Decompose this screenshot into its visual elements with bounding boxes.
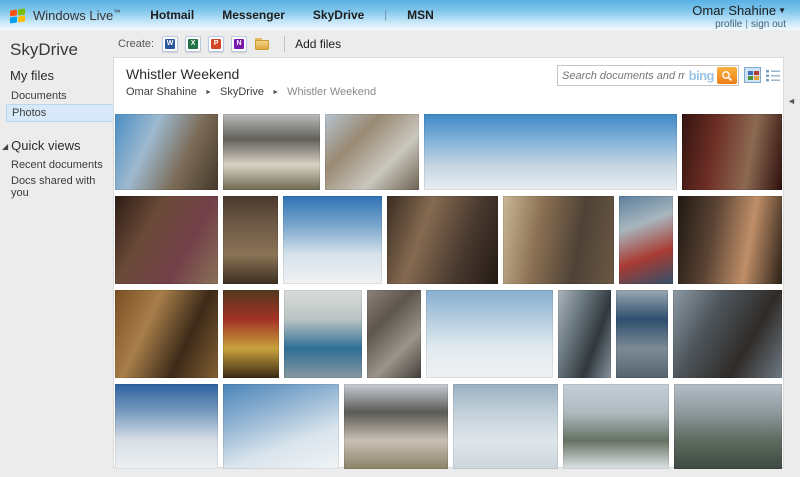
brand-text: Windows Live <box>33 8 113 23</box>
nav-divider: | <box>384 9 387 21</box>
excel-icon: X <box>188 39 198 49</box>
photo-thumbnail-hands-on-head[interactable] <box>284 290 362 378</box>
onenote-icon: N <box>234 39 244 49</box>
collapse-pane-arrow[interactable]: ◄ <box>787 96 796 106</box>
sidebar-item-recent-documents[interactable]: Recent documents <box>0 157 113 173</box>
photo-thumbnail-snow-vista[interactable] <box>283 196 382 284</box>
nav-msn[interactable]: MSN <box>407 8 434 22</box>
photo-thumbnail-mountain-peak[interactable] <box>115 114 218 190</box>
panel-header: Whistler Weekend Omar Shahine ► SkyDrive… <box>114 58 783 110</box>
quick-views-label: Quick views <box>11 138 80 153</box>
photo-thumbnail-girl-ski-helmet[interactable] <box>223 114 319 190</box>
photo-thumbnail-blue-ridge-vista[interactable] <box>426 290 553 378</box>
photo-thumbnail-selfie-sunglasses[interactable] <box>344 384 448 469</box>
dropdown-caret-icon: ▼ <box>778 6 786 15</box>
sidebar-title: SkyDrive <box>10 40 113 60</box>
sidebar-quick-views[interactable]: ◢Quick views <box>2 138 113 153</box>
breadcrumb-skydrive[interactable]: SkyDrive <box>220 86 264 98</box>
search-box: bing <box>557 65 739 86</box>
photo-thumbnail-man-warm-room[interactable] <box>115 290 218 378</box>
photo-thumbnail-summit-panorama[interactable] <box>424 114 676 190</box>
photo-thumbnail-woman-at-suv[interactable] <box>558 290 611 378</box>
new-excel-workbook-button[interactable]: X <box>185 36 201 52</box>
new-folder-button[interactable] <box>255 38 271 51</box>
magnifier-icon <box>721 70 733 82</box>
windows-live-logo[interactable]: Windows Live™ <box>10 8 120 23</box>
sidebar-item-documents[interactable]: Documents <box>0 88 113 104</box>
breadcrumb-separator-icon: ► <box>272 89 279 96</box>
details-view-button[interactable] <box>764 67 781 83</box>
nav-messenger[interactable]: Messenger <box>222 8 285 22</box>
sidebar-item-docs-shared[interactable]: Docs shared with you <box>0 173 113 201</box>
photo-row <box>115 196 782 284</box>
photo-row <box>115 384 782 469</box>
photo-thumbnail-man-on-couch[interactable] <box>115 196 218 284</box>
main-area: Create: W X P N Add files Whistler Weeke… <box>113 30 800 477</box>
photo-thumbnail-man-with-can[interactable] <box>387 196 498 284</box>
photo-thumbnail-gondola-cables[interactable] <box>674 384 782 469</box>
create-label: Create: <box>118 38 154 50</box>
user-menu[interactable]: Omar Shahine▼ <box>692 3 786 18</box>
nav-skydrive[interactable]: SkyDrive <box>313 8 364 22</box>
user-name: Omar Shahine <box>692 3 776 18</box>
new-word-document-button[interactable]: W <box>162 36 178 52</box>
photo-thumbnail-man-red-scarf[interactable] <box>619 196 673 284</box>
search-input[interactable] <box>558 70 689 82</box>
sidebar-item-my-files[interactable]: My files <box>10 68 113 83</box>
expander-triangle-icon: ◢ <box>2 142 8 151</box>
trademark-symbol: ™ <box>113 9 120 16</box>
nav-hotmail[interactable]: Hotmail <box>150 8 194 22</box>
add-files-button[interactable]: Add files <box>295 37 341 51</box>
user-links: profile|sign out <box>692 19 786 30</box>
create-toolbar: Create: W X P N Add files <box>113 30 800 57</box>
breadcrumb-separator-icon: ► <box>205 89 212 96</box>
photo-thumbnail-man-showing-box[interactable] <box>503 196 614 284</box>
photo-thumbnail-rock-cliff[interactable] <box>325 114 419 190</box>
photo-grid <box>114 110 783 469</box>
photo-thumbnail-sleeping-in-car[interactable] <box>673 290 782 378</box>
photo-thumbnail-cooking-kitchen[interactable] <box>223 290 279 378</box>
photo-thumbnail-person-reading[interactable] <box>223 196 278 284</box>
sidebar: SkyDrive My files Documents Photos ◢Quic… <box>0 30 113 477</box>
photo-thumbnail-ski-run-trees[interactable] <box>563 384 669 469</box>
powerpoint-icon: P <box>211 39 221 49</box>
tiles-view-icon <box>748 71 758 80</box>
photo-thumbnail-man-profile-red-room[interactable] <box>682 114 782 190</box>
signout-link[interactable]: sign out <box>751 19 786 30</box>
photo-thumbnail-man-thinking[interactable] <box>678 196 782 284</box>
toolbar-divider <box>284 36 285 52</box>
list-view-icon <box>766 69 780 82</box>
content-panel: Whistler Weekend Omar Shahine ► SkyDrive… <box>113 57 784 468</box>
new-onenote-notebook-button[interactable]: N <box>231 36 247 52</box>
photo-thumbnail-peaks-panorama[interactable] <box>115 384 218 469</box>
search-button[interactable] <box>717 67 737 84</box>
word-icon: W <box>165 39 175 49</box>
breadcrumb-current: Whistler Weekend <box>287 86 376 98</box>
profile-link[interactable]: profile <box>715 19 742 30</box>
new-powerpoint-presentation-button[interactable]: P <box>208 36 224 52</box>
links-separator: | <box>745 19 748 30</box>
photo-row <box>115 290 782 378</box>
photo-thumbnail-cloudy-valley[interactable] <box>453 384 557 469</box>
windows-flag-icon <box>10 8 27 23</box>
breadcrumb: Omar Shahine ► SkyDrive ► Whistler Weeke… <box>126 86 771 98</box>
photo-thumbnail-man-standing-road[interactable] <box>616 290 668 378</box>
breadcrumb-owner[interactable]: Omar Shahine <box>126 86 197 98</box>
bing-logo: bing <box>689 68 714 83</box>
photo-thumbnail-person-reclining[interactable] <box>367 290 422 378</box>
top-nav-links: Hotmail Messenger SkyDrive | MSN <box>150 8 434 22</box>
user-area: Omar Shahine▼ profile|sign out <box>692 3 786 30</box>
photo-thumbnail-snowy-slope[interactable] <box>223 384 339 469</box>
brand-name: Windows Live™ <box>33 8 120 23</box>
photo-row <box>115 114 782 190</box>
thumbnail-view-button[interactable] <box>744 67 761 83</box>
top-navigation-bar: Windows Live™ Hotmail Messenger SkyDrive… <box>0 0 800 30</box>
sidebar-item-photos[interactable]: Photos <box>6 104 113 122</box>
